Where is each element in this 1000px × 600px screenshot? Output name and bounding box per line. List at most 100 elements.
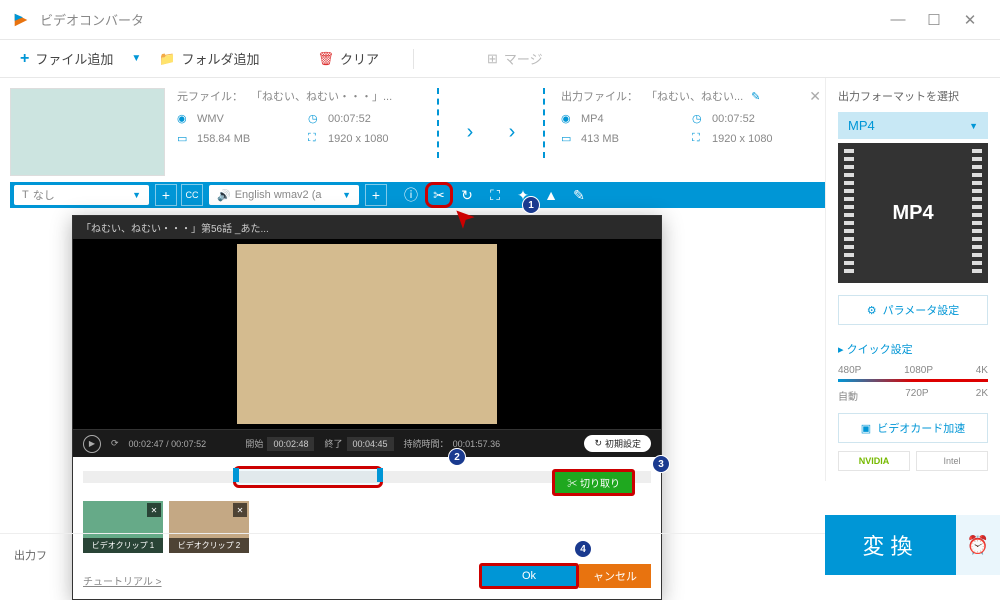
- parameter-settings-button[interactable]: ⚙ パラメータ設定: [838, 295, 988, 325]
- subtitle-tool-icon[interactable]: ✎: [565, 182, 593, 208]
- source-info-col: 元ファイル： 「ねむい、ねむい・・・」... ◉ WMV ◷ 00:07:52 ▭ 15…: [177, 88, 421, 176]
- bottom-bar: 出力フ: [0, 533, 825, 575]
- output-info-col: 出力ファイル：「ねむい、ねむい...✎ ◉MP4 ◷00:07:52 ▭413 …: [561, 88, 825, 176]
- clock-icon: ◷: [308, 112, 322, 126]
- output-size: 413 MB: [581, 133, 619, 145]
- app-title: ビデオコンバータ: [40, 10, 880, 29]
- duration-label: 持続時間：: [404, 437, 449, 450]
- chevron-right-icon: ›: [467, 121, 474, 144]
- output-file-label: 出力ファイル：: [561, 88, 638, 104]
- add-folder-label: フォルダ追加: [181, 49, 259, 68]
- audio-track-value: English wmav2 (a: [235, 189, 338, 201]
- trash-icon: 🗑: [317, 51, 334, 67]
- nvidia-logo: NVIDIA: [838, 451, 910, 471]
- playback-time: 00:02:47 / 00:07:52: [129, 439, 207, 449]
- merge-icon: ⊞: [487, 51, 498, 67]
- add-audio-button[interactable]: +: [365, 184, 387, 206]
- gpu-accel-button[interactable]: ▣ ビデオカード加速: [838, 413, 988, 443]
- clip-close-icon[interactable]: ✕: [233, 503, 247, 517]
- divider-dashed: [543, 88, 545, 158]
- source-format: WMV: [197, 113, 224, 125]
- format-preview: MP4: [838, 143, 988, 283]
- clear-button[interactable]: 🗑クリア: [309, 45, 387, 72]
- edit-bar: Tなし▼ + CC 🔊English wmav2 (a▼ + ⓘ ✂ ↻ ⛶ ✦…: [10, 182, 825, 208]
- clock-icon: ◷: [692, 112, 706, 126]
- trim-end-handle[interactable]: [377, 468, 383, 482]
- subtitle-select[interactable]: Tなし▼: [14, 185, 149, 205]
- playback-controls: ▶ ⟳ 00:02:47 / 00:07:52 開始 00:02:48 終了 00:…: [73, 429, 661, 457]
- add-folder-button[interactable]: 📁 フォルダ追加: [151, 45, 267, 72]
- cc-button[interactable]: CC: [181, 184, 203, 206]
- play-icon: ▶: [89, 439, 95, 448]
- output-file-name: 「ねむい、ねむい...: [646, 88, 743, 104]
- format-value: MP4: [848, 118, 875, 133]
- reset-button[interactable]: ↻初期設定: [584, 435, 651, 452]
- trim-timeline[interactable]: ✂ 切り取り: [83, 471, 651, 483]
- audio-track-select[interactable]: 🔊English wmav2 (a▼: [209, 185, 359, 205]
- timer-button[interactable]: ⏰: [956, 515, 1000, 575]
- sliders-icon: ⚙: [867, 304, 877, 317]
- param-label: パラメータ設定: [883, 302, 960, 318]
- audio-icon: 🔊: [217, 189, 231, 202]
- add-file-label: ファイル追加: [35, 49, 113, 68]
- loop-icon[interactable]: ⟳: [111, 438, 119, 449]
- titlebar: ビデオコンバータ — ☐ ✕: [0, 0, 1000, 40]
- sidebar: 出力フォーマットを選択 MP4▼ MP4 ⚙パラメータ設定 ▸ クイック設定 4…: [825, 78, 1000, 481]
- main-toolbar: + ファイル追加 ▼ 📁 フォルダ追加 🗑クリア ⊞マージ: [0, 40, 1000, 78]
- quality-labels-bottom: 自動720P2K: [838, 388, 988, 403]
- cut-tool-icon[interactable]: ✂: [425, 182, 453, 208]
- add-file-dropdown-icon[interactable]: ▼: [131, 53, 141, 64]
- add-file-button[interactable]: + ファイル追加: [12, 45, 121, 72]
- remove-file-icon[interactable]: ✕: [809, 88, 821, 105]
- quality-slider[interactable]: [838, 379, 988, 382]
- file-item-row: 元ファイル： 「ねむい、ねむい・・・」... ◉ WMV ◷ 00:07:52 ▭ 15…: [10, 88, 825, 176]
- source-duration: 00:07:52: [328, 113, 371, 125]
- reset-label: 初期設定: [605, 437, 641, 450]
- refresh-icon: ↻: [594, 438, 602, 449]
- chevron-right-icon: ›: [509, 121, 516, 144]
- edit-name-icon[interactable]: ✎: [751, 90, 760, 103]
- source-resolution: 1920 x 1080: [328, 133, 389, 145]
- info-tool-icon[interactable]: ⓘ: [397, 182, 425, 208]
- chevron-down-icon: ▼: [969, 121, 978, 131]
- end-label: 終了: [324, 437, 342, 450]
- source-thumbnail[interactable]: [10, 88, 165, 176]
- source-file-label: 元ファイル：: [177, 88, 243, 104]
- source-file-name: 「ねむい、ねむい・・・」...: [251, 88, 392, 104]
- start-time-input[interactable]: 00:02:48: [267, 437, 314, 451]
- output-path-label: 出力フ: [14, 547, 47, 563]
- annotation-badge-2: 2: [448, 448, 466, 466]
- start-label: 開始: [245, 437, 263, 450]
- end-time-input[interactable]: 00:04:45: [347, 437, 394, 451]
- maximize-button[interactable]: ☐: [916, 4, 952, 36]
- cut-button[interactable]: ✂ 切り取り: [552, 469, 635, 496]
- format-select[interactable]: MP4 ▼: [838, 112, 988, 139]
- resolution-icon: ⛶: [692, 132, 706, 146]
- folder-plus-icon: 📁: [159, 51, 175, 67]
- gpu-label: ビデオカード加速: [877, 420, 965, 436]
- merge-button[interactable]: ⊞マージ: [479, 45, 551, 72]
- source-size: 158.84 MB: [197, 133, 250, 145]
- text-icon: T: [22, 189, 29, 201]
- plus-icon: +: [20, 50, 29, 68]
- chip-icon: ▣: [861, 422, 871, 435]
- annotation-badge-1: 1: [522, 196, 540, 214]
- output-format: MP4: [581, 113, 604, 125]
- trim-start-handle[interactable]: [233, 468, 239, 482]
- dialog-title: 「ねむい、ねむい・・・」第56話 _あた...: [73, 216, 661, 239]
- watermark-tool-icon[interactable]: ▲: [537, 182, 565, 208]
- crop-tool-icon[interactable]: ⛶: [481, 182, 509, 208]
- clip-close-icon[interactable]: ✕: [147, 503, 161, 517]
- chevron-down-icon: ▼: [132, 190, 141, 200]
- minimize-button[interactable]: —: [880, 4, 916, 36]
- scissors-icon: ✂: [567, 479, 577, 490]
- annotation-badge-4: 4: [574, 540, 592, 558]
- quality-labels-top: 480P1080P4K: [838, 365, 988, 376]
- add-subtitle-button[interactable]: +: [155, 184, 177, 206]
- window-close-button[interactable]: ✕: [952, 4, 988, 36]
- folder-icon: ▭: [177, 132, 191, 146]
- convert-button[interactable]: 変換: [825, 515, 956, 575]
- app-logo-icon: [12, 11, 30, 29]
- play-button[interactable]: ▶: [83, 435, 101, 453]
- format-icon: ◉: [177, 112, 191, 126]
